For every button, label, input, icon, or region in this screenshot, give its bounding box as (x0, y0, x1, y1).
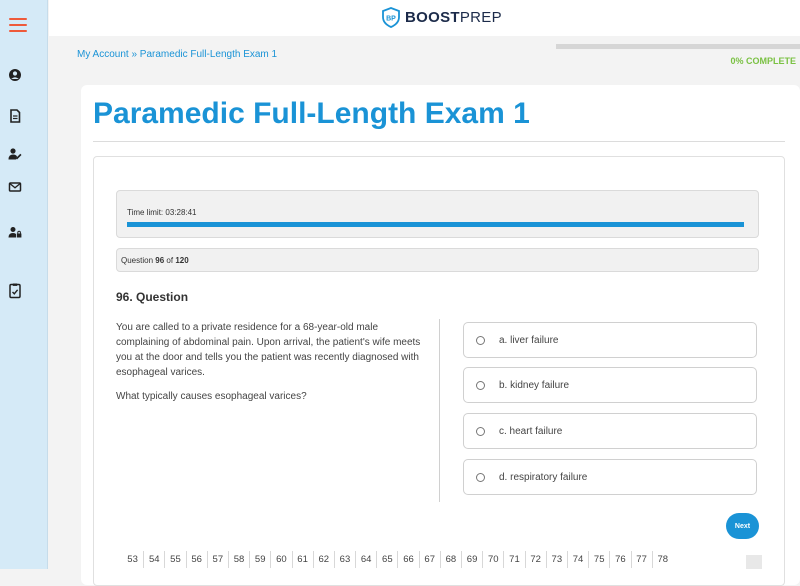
envelope-icon[interactable] (8, 180, 22, 194)
answer-label: b. kidney failure (499, 379, 570, 391)
next-button[interactable]: Next (726, 513, 759, 539)
question-nav-item[interactable]: 68 (439, 551, 461, 568)
user-lock-icon[interactable] (8, 225, 22, 239)
answer-option-c[interactable]: c. heart failure (463, 413, 757, 449)
question-navigator: 53 54 55 56 57 58 59 60 61 62 63 64 65 66 67 68 69 70 71 72… (122, 551, 673, 568)
question-prompt: What typically causes esophageal varices… (116, 391, 307, 402)
question-heading: 96. Question (116, 290, 189, 304)
answer-option-a[interactable]: a. liver failure (463, 322, 757, 358)
answer-label: d. respiratory failure (499, 471, 588, 483)
question-nav-item[interactable]: 61 (291, 551, 313, 568)
question-nav-item[interactable]: 67 (418, 551, 440, 568)
question-nav-item[interactable]: 59 (249, 551, 270, 568)
question-nav-item[interactable]: 69 (461, 551, 482, 568)
question-nav-item[interactable]: 72 (524, 551, 546, 568)
question-nav-item[interactable]: 70 (482, 551, 503, 568)
page-title: Paramedic Full-Length Exam 1 (93, 97, 530, 130)
question-nav-item[interactable]: 57 (206, 551, 228, 568)
question-nav-item[interactable]: 76 (609, 551, 630, 568)
radio-button[interactable] (476, 380, 485, 390)
question-paragraph: You are called to a private residence fo… (116, 322, 421, 378)
time-limit-label: Time limit: 03:28:41 (127, 208, 197, 217)
logo[interactable]: BP BOOSTPREP (382, 6, 502, 28)
logo-text: BOOSTPREP (405, 8, 502, 26)
user-edit-icon[interactable] (8, 147, 22, 161)
top-bar: BP BOOSTPREP (49, 0, 800, 36)
timer-box: Time limit: 03:28:41 (116, 190, 759, 238)
question-text: You are called to a private residence fo… (116, 320, 426, 413)
answer-option-d[interactable]: d. respiratory failure (463, 459, 757, 495)
timer-bar (127, 222, 744, 227)
sidebar (0, 0, 48, 569)
question-nav-item[interactable]: 71 (503, 551, 524, 568)
exam-icon[interactable] (8, 283, 22, 299)
radio-button[interactable] (476, 335, 485, 345)
question-counter-prefix: Question (121, 256, 154, 265)
user-icon[interactable] (8, 68, 22, 82)
boostprep-shield-icon: BP (382, 6, 400, 28)
question-counter-of: of (166, 256, 174, 265)
radio-button[interactable] (476, 426, 485, 436)
question-nav-item[interactable]: 66 (397, 551, 418, 568)
column-divider (439, 319, 440, 502)
exam-card: Paramedic Full-Length Exam 1 Time limit:… (81, 85, 800, 586)
question-nav-item[interactable]: 64 (355, 551, 376, 568)
question-nav-item[interactable]: 75 (588, 551, 609, 568)
answer-label: c. heart failure (499, 425, 563, 437)
question-nav-item[interactable]: 63 (333, 551, 355, 568)
question-nav-item[interactable]: 60 (270, 551, 291, 568)
question-nav-item[interactable]: 58 (227, 551, 249, 568)
progress-label: 0% COMPLETE (730, 56, 796, 66)
question-current: 96 (155, 256, 165, 265)
question-nav-item[interactable]: 53 (122, 551, 143, 568)
question-nav-item[interactable]: 65 (376, 551, 397, 568)
question-nav-item[interactable]: 62 (312, 551, 334, 568)
document-icon[interactable] (8, 109, 22, 123)
menu-icon[interactable] (9, 18, 27, 32)
question-nav-item[interactable]: 74 (566, 551, 588, 568)
breadcrumb[interactable]: My Account » Paramedic Full-Length Exam … (77, 49, 277, 60)
answer-option-b[interactable]: b. kidney failure (463, 367, 757, 403)
question-nav-item[interactable]: 54 (143, 551, 164, 568)
quiz-panel: Time limit: 03:28:41 Question 96 of 120 … (93, 156, 785, 586)
question-nav-item[interactable]: 55 (164, 551, 185, 568)
answer-label: a. liver failure (499, 334, 559, 346)
question-total: 120 (175, 256, 189, 265)
question-nav-item[interactable]: 77 (630, 551, 652, 568)
progress-bar (556, 44, 800, 49)
question-nav-item[interactable]: 78 (651, 551, 673, 568)
question-nav-item[interactable]: 73 (545, 551, 567, 568)
title-divider (93, 141, 785, 142)
radio-button[interactable] (476, 472, 485, 482)
question-nav-item[interactable]: 56 (185, 551, 207, 568)
svg-text:BP: BP (386, 15, 396, 22)
navigator-scroll-handle[interactable] (746, 555, 762, 569)
question-counter: Question 96 of 120 (116, 248, 759, 272)
